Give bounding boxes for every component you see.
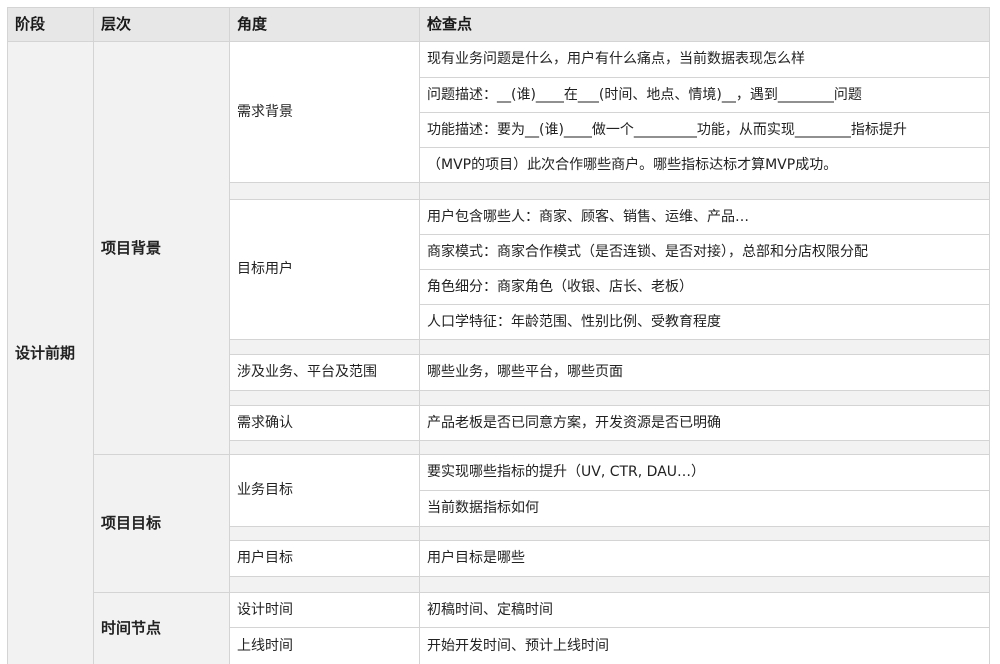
checkpoint-item: 人口学特征：年龄范围、性别比例、受教育程度 bbox=[419, 304, 990, 339]
checkpoint-spacer bbox=[419, 526, 990, 540]
row-divider bbox=[229, 182, 990, 183]
checkpoint-item: 角色细分：商家角色（收银、店长、老板） bbox=[419, 269, 990, 304]
header-angle: 角度 bbox=[229, 7, 419, 41]
checkpoint-spacer bbox=[419, 339, 990, 354]
checkpoint-item: 开始开发时间、预计上线时间 bbox=[419, 627, 990, 664]
header-stage: 阶段 bbox=[7, 7, 93, 41]
row-divider bbox=[93, 592, 990, 593]
checklist-table: 阶段 层次 角度 检查点 设计前期 项目背景 项目目标 时间节点 需求背景 目标… bbox=[7, 7, 990, 664]
checkpoint-item: 功能描述：要为__(谁)____做一个_________功能，从而实现_____… bbox=[419, 112, 990, 147]
checkpoint-item: 初稿时间、定稿时间 bbox=[419, 592, 990, 627]
checkpoint-spacer bbox=[419, 182, 990, 199]
checkpoint-item: 产品老板是否已同意方案，开发资源是否已明确 bbox=[419, 405, 990, 440]
row-divider bbox=[229, 390, 990, 391]
row-divider bbox=[229, 405, 990, 406]
angle-spacer bbox=[229, 440, 419, 454]
checkpoint-item: 要实现哪些指标的提升（UV, CTR, DAU…） bbox=[419, 454, 990, 490]
row-divider bbox=[229, 440, 990, 441]
angle-business-scope: 涉及业务、平台及范围 bbox=[229, 354, 419, 390]
checkpoint-spacer bbox=[419, 576, 990, 592]
checkpoint-item: 用户目标是哪些 bbox=[419, 540, 990, 576]
angle-requirement-background: 需求背景 bbox=[229, 41, 419, 182]
angle-business-goal: 业务目标 bbox=[229, 454, 419, 526]
row-divider bbox=[419, 77, 990, 78]
row-divider bbox=[229, 354, 990, 355]
level-project-background: 项目背景 bbox=[93, 41, 229, 454]
row-divider bbox=[419, 112, 990, 113]
row-divider bbox=[419, 234, 990, 235]
table-border bbox=[7, 7, 990, 8]
header-checkpoint: 检查点 bbox=[419, 7, 990, 41]
row-divider bbox=[419, 490, 990, 491]
checkpoint-item: 现有业务问题是什么，用户有什么痛点，当前数据表现怎么样 bbox=[419, 41, 990, 77]
level-timeline: 时间节点 bbox=[93, 592, 229, 664]
checkpoint-item: 用户包含哪些人：商家、顾客、销售、运维、产品… bbox=[419, 199, 990, 234]
angle-launch-time: 上线时间 bbox=[229, 627, 419, 664]
level-project-goal: 项目目标 bbox=[93, 454, 229, 592]
column-divider bbox=[229, 7, 230, 664]
checkpoint-item: 商家模式：商家合作模式（是否连锁、是否对接），总部和分店权限分配 bbox=[419, 234, 990, 269]
table-border bbox=[7, 7, 8, 664]
angle-spacer bbox=[229, 339, 419, 354]
row-divider bbox=[229, 627, 990, 628]
header-level: 层次 bbox=[93, 7, 229, 41]
angle-design-time: 设计时间 bbox=[229, 592, 419, 627]
row-divider bbox=[229, 540, 990, 541]
row-divider bbox=[229, 339, 990, 340]
checkpoint-item: 当前数据指标如何 bbox=[419, 490, 990, 526]
checkpoint-spacer bbox=[419, 390, 990, 405]
row-divider bbox=[229, 576, 990, 577]
angle-user-goal: 用户目标 bbox=[229, 540, 419, 576]
angle-spacer bbox=[229, 576, 419, 592]
checkpoint-item: 问题描述：__(谁)____在___(时间、地点、情境)__，遇到_______… bbox=[419, 77, 990, 112]
row-divider bbox=[93, 454, 990, 455]
stage-cell: 设计前期 bbox=[7, 41, 93, 664]
row-divider bbox=[7, 41, 990, 42]
angle-requirement-confirm: 需求确认 bbox=[229, 405, 419, 440]
column-divider bbox=[419, 7, 420, 664]
row-divider bbox=[229, 199, 990, 200]
angle-spacer bbox=[229, 526, 419, 540]
angle-target-users: 目标用户 bbox=[229, 199, 419, 339]
row-divider bbox=[419, 147, 990, 148]
checkpoint-item: （MVP的项目）此次合作哪些商户。哪些指标达标才算MVP成功。 bbox=[419, 147, 990, 182]
angle-spacer bbox=[229, 182, 419, 199]
angle-spacer bbox=[229, 390, 419, 405]
row-divider bbox=[419, 269, 990, 270]
table-border bbox=[989, 7, 990, 664]
row-divider bbox=[229, 526, 990, 527]
row-divider bbox=[419, 304, 990, 305]
checkpoint-item: 哪些业务，哪些平台，哪些页面 bbox=[419, 354, 990, 390]
checkpoint-spacer bbox=[419, 440, 990, 454]
column-divider bbox=[93, 7, 94, 664]
